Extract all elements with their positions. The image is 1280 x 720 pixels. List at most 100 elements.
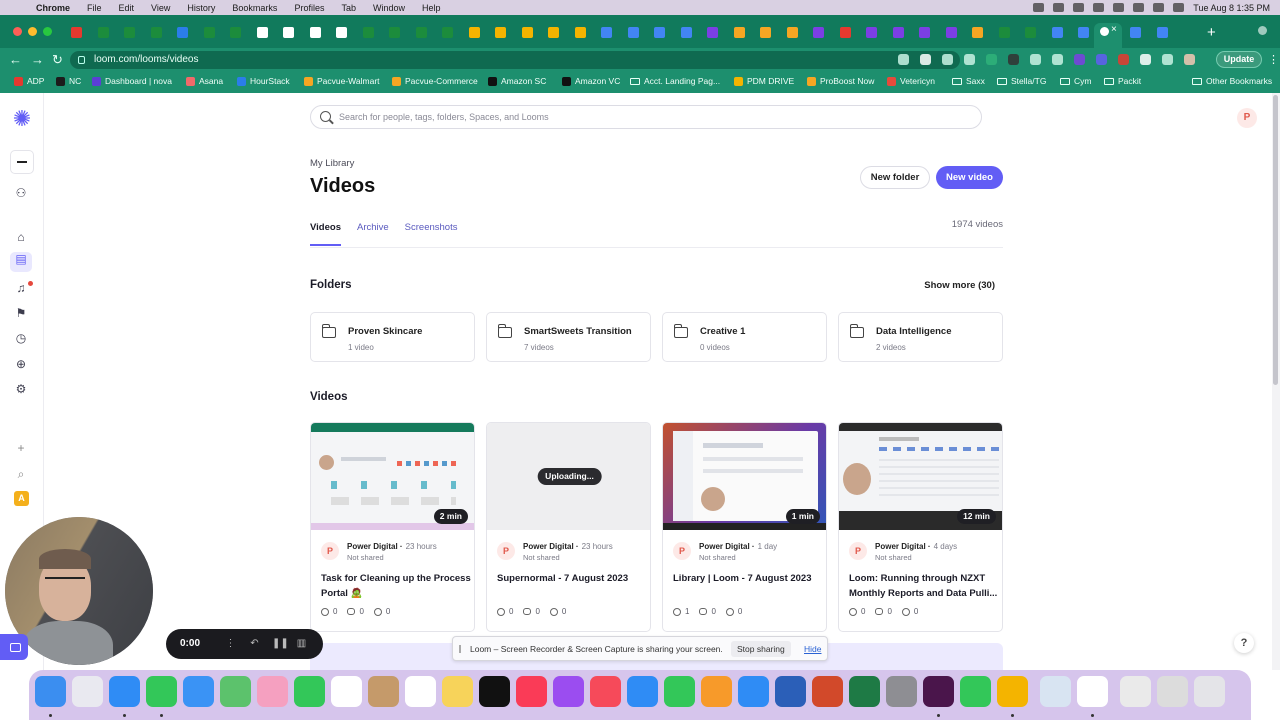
system-settings-icon[interactable] xyxy=(886,676,917,707)
tab-favicon-icon[interactable] xyxy=(760,27,771,38)
tab-favicon-icon[interactable] xyxy=(972,27,983,38)
downloads-icon[interactable] xyxy=(1157,676,1188,707)
control-center-icon[interactable] xyxy=(1153,3,1165,12)
bookmark-adp[interactable]: ADP xyxy=(14,76,44,86)
bookmark-packit[interactable]: Packit xyxy=(1104,76,1141,86)
tab-favicon-icon[interactable] xyxy=(283,27,294,38)
reminders-icon[interactable] xyxy=(405,676,436,707)
breadcrumb[interactable]: My Library xyxy=(310,158,354,169)
update-chrome-button[interactable]: Update xyxy=(1216,51,1262,68)
ext-box-icon[interactable] xyxy=(1030,54,1041,65)
video-card[interactable]: 12 min P Power Digital · 4 days Not share… xyxy=(838,422,1003,632)
tab-favicon-icon[interactable] xyxy=(442,27,453,38)
bookmark-saxx[interactable]: Saxx xyxy=(952,76,985,86)
new-video-button[interactable]: New video xyxy=(936,166,1003,189)
tab-favicon-icon[interactable] xyxy=(1078,27,1089,38)
ext-green-icon[interactable] xyxy=(986,54,997,65)
search-bar[interactable] xyxy=(310,105,982,129)
messages-icon[interactable] xyxy=(146,676,177,707)
bookmark-amazon-sc[interactable]: Amazon SC xyxy=(488,76,546,86)
powerpoint-icon[interactable] xyxy=(812,676,843,707)
video-title[interactable]: Supernormal - 7 August 2023 xyxy=(497,571,647,586)
whatsapp-icon[interactable] xyxy=(960,676,991,707)
stop-sharing-button[interactable]: Stop sharing xyxy=(731,641,791,657)
chrome-menu-icon[interactable]: ⋮ xyxy=(1268,53,1279,66)
share-icon[interactable] xyxy=(942,54,953,65)
app-store-icon[interactable] xyxy=(738,676,769,707)
camera-icon[interactable] xyxy=(898,54,909,65)
tab-favicon-icon[interactable] xyxy=(627,27,639,38)
preview-icon[interactable] xyxy=(1040,676,1071,707)
notes-icon[interactable] xyxy=(442,676,473,707)
bookmark-proboost-now[interactable]: ProBoost Now xyxy=(807,76,874,86)
pages-icon[interactable] xyxy=(701,676,732,707)
documents-icon[interactable] xyxy=(1120,676,1151,707)
tab-favicon-icon[interactable] xyxy=(256,27,268,38)
tab-favicon-icon[interactable] xyxy=(124,27,135,38)
tab-favicon-icon[interactable] xyxy=(389,27,400,38)
menu-help[interactable]: Help xyxy=(422,3,441,13)
share-status[interactable]: Not shared xyxy=(347,553,384,562)
bookmark-asana[interactable]: Asana xyxy=(186,76,223,86)
back-arrow-icon[interactable]: ← xyxy=(9,52,22,68)
puzzle-icon[interactable] xyxy=(1140,54,1151,65)
menu-tab[interactable]: Tab xyxy=(341,3,356,13)
bookmark-other-bookmarks[interactable]: Other Bookmarks xyxy=(1192,76,1272,86)
tab-favicon-icon[interactable] xyxy=(654,27,665,38)
folder-card[interactable]: Proven Skincare 1 video xyxy=(310,312,475,362)
tab-favicon-icon[interactable] xyxy=(548,27,559,38)
tab-favicon-icon[interactable] xyxy=(733,27,745,38)
video-title[interactable]: Loom: Running through NZXT Monthly Repor… xyxy=(849,571,999,601)
tab-favicon-icon[interactable] xyxy=(1051,27,1063,38)
video-title[interactable]: Library | Loom - 7 August 2023 xyxy=(673,571,823,586)
menu-view[interactable]: View xyxy=(151,3,170,13)
tab-favicon-icon[interactable] xyxy=(574,27,586,38)
launchpad-icon[interactable] xyxy=(72,676,103,707)
trash-icon[interactable]: ▥ xyxy=(296,638,307,649)
loom-dock-icon[interactable] xyxy=(1077,676,1108,707)
video-thumbnail[interactable]: Uploading... xyxy=(487,423,650,530)
show-more-folders-button[interactable]: Show more (30) xyxy=(920,280,995,291)
menu-history[interactable]: History xyxy=(187,3,215,13)
ext-purple-icon[interactable] xyxy=(1074,54,1085,65)
workspace-switcher[interactable] xyxy=(10,150,34,174)
tab-favicon-icon[interactable] xyxy=(839,27,851,38)
tab-favicon-icon[interactable] xyxy=(150,27,162,38)
address-bar[interactable]: loom.com/looms/videos xyxy=(70,51,960,69)
menu-profiles[interactable]: Profiles xyxy=(294,3,324,13)
folder-card[interactable]: Creative 1 0 videos xyxy=(662,312,827,362)
tab-favicon-icon[interactable] xyxy=(1130,27,1141,38)
loom-camera-toggle-icon[interactable] xyxy=(0,634,28,660)
podcasts-icon[interactable] xyxy=(553,676,584,707)
trash-icon[interactable] xyxy=(1194,676,1225,707)
wifi-icon[interactable] xyxy=(1113,3,1125,12)
menu-bookmarks[interactable]: Bookmarks xyxy=(232,3,277,13)
tab-favicon-icon[interactable] xyxy=(1025,27,1036,38)
restart-icon[interactable]: ↶ xyxy=(249,638,260,649)
minimize-window-button[interactable] xyxy=(28,27,37,36)
tab-favicon-icon[interactable] xyxy=(468,27,480,38)
library-icon[interactable]: ▤ xyxy=(10,252,32,272)
star-icon[interactable] xyxy=(964,54,975,65)
search-spaces-icon[interactable]: ⌕ xyxy=(14,467,28,481)
bookmark-cym[interactable]: Cym xyxy=(1060,76,1091,86)
drawing-tool-icon[interactable]: ⋮ xyxy=(225,638,236,649)
menu-window[interactable]: Window xyxy=(373,3,405,13)
home-icon[interactable]: ⌂ xyxy=(14,230,28,244)
ext-loom-icon[interactable] xyxy=(1096,54,1107,65)
history-clock-icon[interactable]: ◷ xyxy=(14,331,28,345)
members-icon[interactable]: ⚇ xyxy=(14,186,28,200)
hide-banner-link[interactable]: Hide xyxy=(804,644,821,654)
finder-icon[interactable] xyxy=(35,676,66,707)
tab-favicon-icon[interactable] xyxy=(521,27,533,38)
siri-icon[interactable] xyxy=(1173,3,1185,12)
new-tab-icon[interactable]: + xyxy=(1207,24,1216,41)
video-card[interactable]: 1 min P Power Digital · 1 day Not shared … xyxy=(662,422,827,632)
tab-favicon-icon[interactable] xyxy=(707,27,718,38)
drag-handle-icon[interactable] xyxy=(459,645,461,653)
notifications-bell-icon[interactable]: ♫ xyxy=(14,281,28,295)
tab-favicon-icon[interactable] xyxy=(813,27,824,38)
tab-favicon-icon[interactable] xyxy=(601,27,612,38)
share-status[interactable]: Not shared xyxy=(699,553,736,562)
google-icon[interactable] xyxy=(920,54,931,65)
